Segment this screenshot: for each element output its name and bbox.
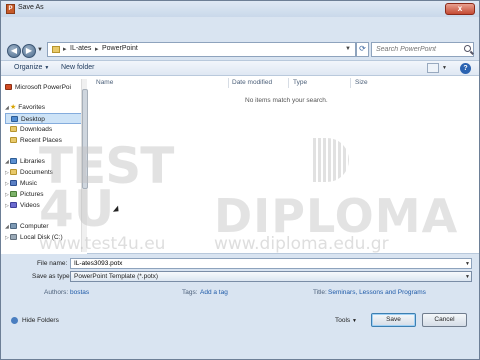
sidebar-item-label: Music [20,180,37,187]
folder-icon [52,46,60,53]
save-button[interactable]: Save [371,313,416,327]
organize-button[interactable]: Organize ▼ [14,64,49,71]
command-toolbar: Organize ▼ New folder ▼ ? [1,60,479,76]
tags-label: Tags: [182,289,198,296]
tags-value[interactable]: Add a tag [200,289,228,296]
save-as-type-select[interactable]: PowerPoint Template (*.potx) [70,271,472,282]
new-folder-button[interactable]: New folder [61,64,94,71]
star-icon: ★ [10,104,17,111]
collapse-icon [11,317,18,324]
sidebar-item-label: Desktop [21,116,45,123]
chevron-down-icon[interactable]: ▼ [465,274,470,280]
watermark-logo-4u: 4U [39,180,115,238]
back-button[interactable]: ◀ [7,44,21,58]
library-icon [10,158,17,165]
sidebar-item-favorites[interactable]: ◢★ Favorites [5,102,85,113]
chevron-down-icon: ▼ [44,65,50,71]
music-icon [10,180,17,187]
cancel-button[interactable]: Cancel [422,313,467,327]
column-separator[interactable] [288,78,289,88]
powerpoint-icon [5,84,12,91]
view-options-button[interactable] [427,63,439,73]
empty-folder-message: No items match your search. [245,97,328,104]
sidebar-item-label: Videos [20,202,40,209]
watermark-url-test4u: www.test4u.eu [39,234,166,254]
title-bar: P Save As x [1,1,479,17]
tools-button[interactable]: Tools ▼ [335,317,357,324]
sidebar-item-label: Downloads [20,126,53,133]
column-header-type[interactable]: Type [293,79,307,86]
search-box[interactable] [371,42,474,57]
hide-folders-button[interactable]: Hide Folders [11,317,59,324]
title-label: Title: [313,289,327,296]
authors-value[interactable]: bostas [70,289,89,296]
videos-icon [10,202,17,209]
save-as-type-label: Save as type: [32,273,72,280]
tools-label: Tools [335,317,351,324]
save-as-type-value: PowerPoint Template (*.potx) [74,273,159,280]
breadcrumb-powerpoint[interactable]: PowerPoint [102,45,138,52]
column-header-name[interactable]: Name [96,79,113,86]
documents-icon [10,169,17,176]
powerpoint-icon: P [6,4,15,14]
filename-label: File name: [37,260,68,267]
organize-label: Organize [14,64,43,71]
refresh-button[interactable]: ⟳ [356,42,369,57]
sidebar-item-label: Favorites [18,104,46,111]
computer-icon [10,223,17,230]
hide-folders-label: Hide Folders [22,317,59,325]
address-bar[interactable]: ▸ IL-ates ▸ PowerPoint ▼ [47,42,356,57]
column-separator[interactable] [228,78,229,88]
search-input[interactable] [372,43,462,56]
close-button[interactable]: x [445,3,475,15]
breadcrumb-separator[interactable]: ▸ [95,45,99,53]
window-title: Save As [18,4,44,11]
title-value[interactable]: Seminars, Lessons and Programs [328,289,426,296]
recent-pages-dropdown-icon[interactable]: ▼ [37,47,43,53]
chevron-down-icon[interactable]: ▼ [465,261,470,267]
folder-icon [10,126,17,133]
sidebar-item-downloads[interactable]: Downloads [5,124,85,135]
column-separator[interactable] [350,78,351,88]
breadcrumb-separator[interactable]: ▸ [63,45,67,53]
disk-icon [10,234,17,241]
folder-icon [10,137,17,144]
chevron-down-icon: ▼ [352,318,357,324]
forward-button[interactable]: ▶ [22,44,36,58]
column-header-size[interactable]: Size [355,79,368,86]
authors-label: Authors: [44,289,69,296]
save-as-dialog: P Save As x ◀ ▶ ▼ ▸ IL-ates ▸ PowerPoint… [0,0,480,360]
address-dropdown-icon[interactable]: ▼ [345,46,351,52]
breadcrumb-il-ates[interactable]: IL-ates [70,45,91,52]
desktop-icon [11,116,18,123]
column-header-date-modified[interactable]: Date modified [232,79,272,86]
search-icon[interactable] [464,45,471,52]
chevron-down-icon[interactable]: ▼ [442,65,447,71]
watermark-url-diploma: www.diploma.edu.gr [214,234,389,254]
help-button[interactable]: ? [460,63,471,74]
filename-field[interactable] [70,258,472,269]
sidebar-item-label: Microsoft PowerPoi [15,84,71,91]
sidebar-item-desktop[interactable]: Desktop [5,113,85,124]
pictures-icon [10,191,17,198]
sidebar-item-microsoft-powerpoint[interactable]: Microsoft PowerPoi [5,82,85,93]
